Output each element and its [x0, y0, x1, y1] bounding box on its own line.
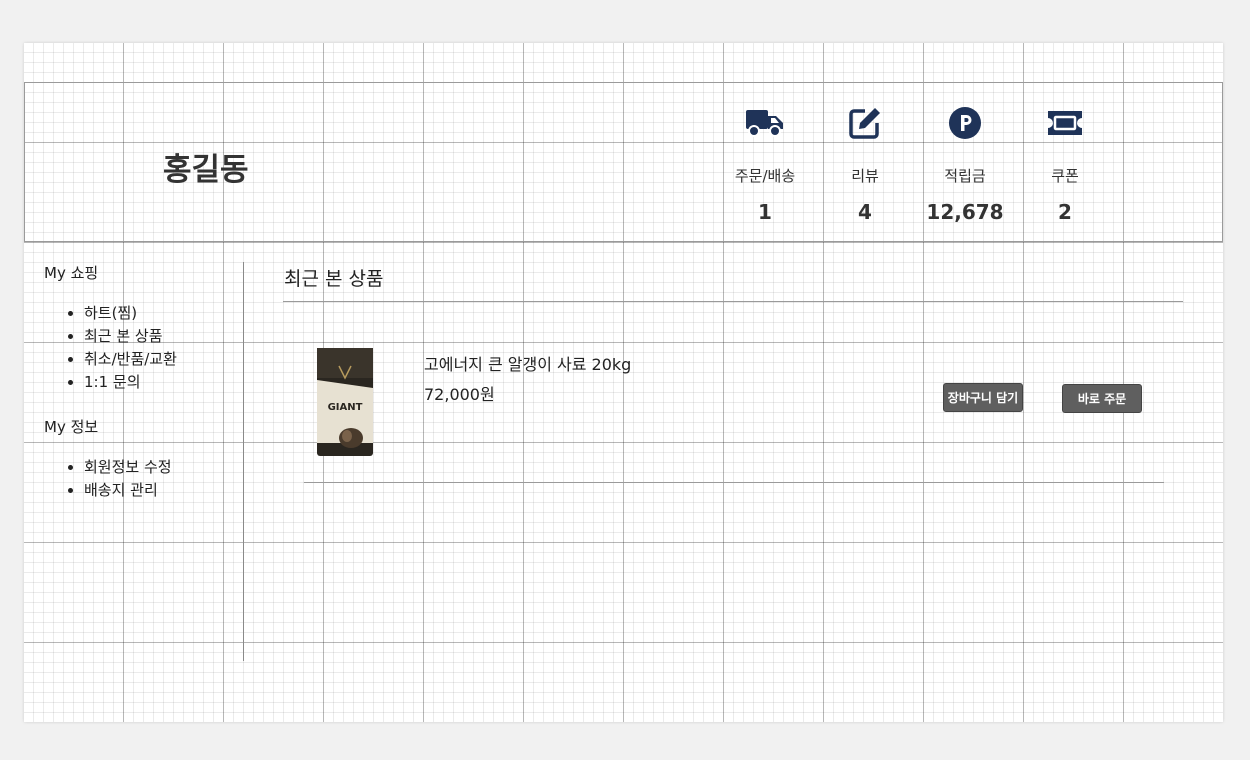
- stat-value-coupons: 2: [1058, 200, 1072, 224]
- stat-points[interactable]: 적립금 12,678: [915, 103, 1015, 224]
- sidebar-group-shopping: My 쇼핑: [44, 264, 99, 282]
- truck-icon: [715, 103, 815, 143]
- buy-now-button[interactable]: 바로 주문: [1062, 384, 1142, 413]
- stat-label-orders: 주문/배송: [734, 167, 796, 185]
- sidebar-item-wishlist[interactable]: 하트(찜): [84, 302, 244, 325]
- stat-coupons[interactable]: 쿠폰 2: [1015, 103, 1115, 224]
- page-canvas: 홍길동 주문/배송 1 리뷰 4 적립금 12,678 쿠폰 2 My 쇼핑 •…: [24, 43, 1223, 722]
- sidebar-item-recent[interactable]: 최근 본 상품: [84, 325, 244, 348]
- sidebar-item-addresses[interactable]: 배송지 관리: [84, 479, 244, 502]
- sidebar: My 쇼핑 하트(찜) 최근 본 상품 취소/반품/교환 1:1 문의 My 정…: [44, 262, 244, 524]
- sidebar-list-shopping: 하트(찜) 최근 본 상품 취소/반품/교환 1:1 문의: [84, 302, 244, 394]
- add-to-cart-button[interactable]: 장바구니 담기: [943, 383, 1023, 412]
- product-price: 72,000원: [424, 385, 495, 404]
- stat-label-reviews: 리뷰: [851, 167, 879, 185]
- sidebar-item-edit-profile[interactable]: 회원정보 수정: [84, 456, 244, 479]
- points-icon: [915, 103, 1015, 143]
- product-name[interactable]: 고에너지 큰 알갱이 사료 20kg: [424, 351, 631, 375]
- sidebar-item-inquiry[interactable]: 1:1 문의: [84, 371, 244, 394]
- title-divider: [283, 301, 1183, 302]
- stat-reviews[interactable]: 리뷰 4: [815, 103, 915, 224]
- stat-value-reviews: 4: [858, 200, 872, 224]
- stat-orders[interactable]: 주문/배송 1: [715, 103, 815, 224]
- profile-header: 홍길동 주문/배송 1 리뷰 4 적립금 12,678 쿠폰 2: [24, 82, 1223, 242]
- stat-value-orders: 1: [758, 200, 772, 224]
- item-divider: [304, 482, 1164, 483]
- stat-label-points: 적립금: [944, 167, 986, 185]
- ticket-icon: [1015, 103, 1115, 143]
- stat-value-points: 12,678: [926, 200, 1004, 224]
- sidebar-list-info: 회원정보 수정 배송지 관리: [84, 456, 244, 502]
- stat-label-coupons: 쿠폰: [1051, 167, 1079, 185]
- user-name: 홍길동: [163, 152, 249, 188]
- sidebar-group-info: My 정보: [44, 418, 99, 436]
- edit-icon: [815, 103, 915, 143]
- sidebar-item-returns[interactable]: 취소/반품/교환: [84, 348, 244, 371]
- recent-title: 최근 본 상품: [284, 268, 384, 290]
- product-package-text: GIANT: [328, 402, 363, 413]
- sidebar-divider: [243, 262, 244, 661]
- product-image[interactable]: GIANT: [317, 348, 373, 456]
